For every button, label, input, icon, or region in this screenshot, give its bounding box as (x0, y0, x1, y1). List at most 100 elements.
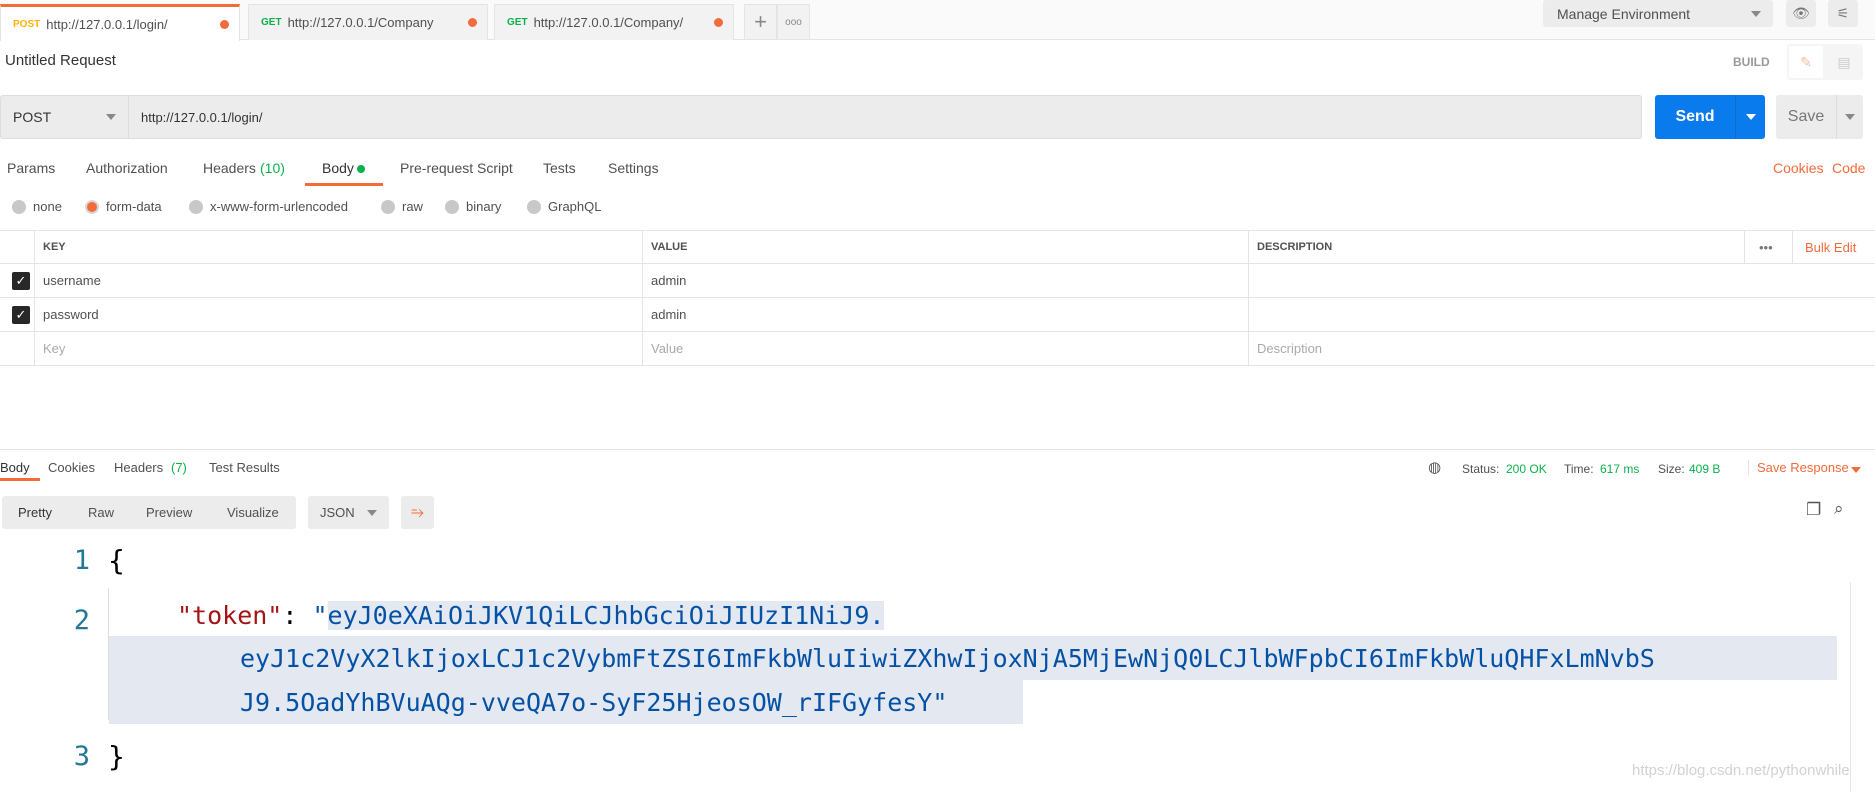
key-input[interactable]: Key (34, 332, 65, 365)
request-tab[interactable]: POST http://127.0.0.1/login/ (0, 4, 240, 41)
send-label: Send (1675, 108, 1715, 125)
key-cell[interactable]: username (34, 264, 101, 297)
url-input[interactable]: http://127.0.0.1/login/ (129, 110, 262, 125)
tab-settings[interactable]: Settings (608, 160, 659, 176)
settings-sliders-icon[interactable]: ⚟ (1828, 0, 1858, 27)
description-input[interactable]: Description (1248, 332, 1322, 365)
radio-label: form-data (106, 199, 162, 214)
json-colon: : (282, 601, 313, 630)
tab-authorization[interactable]: Authorization (86, 160, 168, 176)
request-title: Untitled Request (5, 52, 116, 69)
pane-divider[interactable] (0, 449, 1875, 450)
view-raw[interactable]: Raw (88, 505, 114, 520)
comment-icon[interactable]: ▤ (1827, 46, 1861, 78)
radio-label: binary (466, 199, 502, 214)
line-number: 3 (73, 741, 90, 772)
description-cell[interactable] (1248, 264, 1875, 297)
radio-label: GraphQL (548, 199, 602, 214)
chevron-down-icon (1845, 114, 1855, 120)
value-cell[interactable]: admin (642, 298, 686, 331)
method-label: POST (13, 18, 41, 30)
row-checkbox[interactable]: ✓ (12, 306, 30, 324)
url-bar: POST http://127.0.0.1/login/ (0, 95, 1642, 139)
radio-none[interactable]: none (12, 199, 62, 214)
cookies-link[interactable]: Cookies (1773, 160, 1824, 176)
json-line: J9.5OadYhBVuAQg-vveQA7o-SyF25HjeosOW_rIF… (240, 678, 947, 727)
description-cell[interactable] (1248, 298, 1875, 331)
method-label: GET (507, 17, 528, 28)
response-tab-body[interactable]: Body (0, 460, 30, 475)
format-select[interactable]: JSON (308, 496, 389, 529)
tab-tests[interactable]: Tests (543, 160, 576, 176)
search-icon[interactable]: ⌕ (1834, 499, 1844, 519)
bulk-edit-button[interactable]: Bulk Edit (1792, 231, 1856, 263)
status-label: Status: (1462, 462, 1500, 476)
tab-url: http://127.0.0.1/login/ (46, 16, 168, 32)
radio-graphql[interactable]: GraphQL (527, 199, 601, 214)
time-value: 617 ms (1600, 462, 1640, 476)
active-response-tab-underline (0, 478, 40, 481)
globe-icon[interactable]: ◍ (1428, 458, 1441, 476)
radio-x-www-form-urlencoded[interactable]: x-www-form-urlencoded (189, 199, 348, 214)
view-mode-group: Pretty Raw Preview Visualize (2, 496, 296, 529)
chevron-down-icon (106, 114, 116, 120)
chevron-down-icon (1745, 114, 1756, 120)
code-link[interactable]: Code (1832, 160, 1865, 176)
tab-url: http://127.0.0.1/Company (287, 15, 434, 30)
eye-icon[interactable]: 👁 (1786, 0, 1816, 27)
status-value: 200 OK (1506, 462, 1547, 476)
new-tab-button[interactable]: + (744, 4, 777, 40)
copy-icon[interactable]: ❐ (1806, 500, 1821, 520)
request-tab[interactable]: GET http://127.0.0.1/Company/ (494, 4, 734, 40)
value-input[interactable]: Value (642, 332, 683, 365)
radio-icon (12, 199, 26, 214)
send-options-button[interactable] (1735, 95, 1765, 139)
send-button[interactable]: Send (1655, 95, 1765, 139)
view-visualize[interactable]: Visualize (227, 505, 279, 520)
header-key: KEY (34, 231, 66, 263)
response-body-editor[interactable]: 1 2 3 { "token": "eyJ0eXAiOiJKV1QiLCJhbG… (0, 536, 1860, 792)
table-row-new: Key Value Description (0, 332, 1875, 366)
key-cell[interactable]: password (34, 298, 99, 331)
build-label: BUILD (1733, 55, 1770, 69)
mode-toggle: ✎ ▤ (1787, 44, 1863, 80)
more-tabs-button[interactable]: ooo (777, 4, 810, 40)
json-brace: } (108, 740, 125, 773)
active-tab-underline (305, 183, 383, 186)
body-indicator-dot (357, 165, 365, 173)
pencil-icon[interactable]: ✎ (1789, 46, 1823, 78)
scrollbar[interactable] (1850, 582, 1851, 792)
unsaved-dot (468, 18, 477, 27)
method-select[interactable]: POST (1, 96, 129, 138)
chevron-down-icon (1851, 467, 1861, 473)
tab-headers[interactable]: Headers (203, 160, 256, 176)
row-checkbox[interactable]: ✓ (12, 272, 30, 290)
response-tab-headers[interactable]: Headers (114, 460, 163, 475)
tab-pre-request-script[interactable]: Pre-request Script (400, 160, 513, 176)
unsaved-dot (220, 19, 229, 29)
request-tab[interactable]: GET http://127.0.0.1/Company (248, 4, 488, 40)
format-value: JSON (320, 505, 355, 520)
save-options-button[interactable] (1836, 95, 1863, 139)
radio-binary[interactable]: binary (445, 199, 501, 214)
tab-body[interactable]: Body (322, 160, 354, 176)
save-response-button[interactable]: Save Response (1748, 460, 1849, 475)
size-label: Size: (1658, 462, 1685, 476)
headers-count: (10) (260, 160, 285, 176)
more-options-button[interactable]: ••• (1744, 231, 1787, 263)
save-button[interactable]: Save (1776, 95, 1863, 139)
radio-raw[interactable]: raw (381, 199, 423, 214)
tab-params[interactable]: Params (7, 160, 55, 176)
method-value: POST (13, 109, 52, 125)
view-pretty[interactable]: Pretty (18, 505, 52, 520)
view-preview[interactable]: Preview (146, 505, 192, 520)
radio-form-data[interactable]: form-data (85, 199, 162, 214)
value-cell[interactable]: admin (642, 264, 686, 297)
response-tab-cookies[interactable]: Cookies (48, 460, 95, 475)
chevron-down-icon (1751, 10, 1761, 17)
response-tab-test-results[interactable]: Test Results (209, 460, 280, 475)
wrap-lines-icon[interactable]: ⥱ (401, 496, 434, 529)
json-quote: " (932, 688, 948, 717)
radio-icon (189, 199, 203, 214)
environment-select[interactable]: Manage Environment (1543, 0, 1773, 27)
